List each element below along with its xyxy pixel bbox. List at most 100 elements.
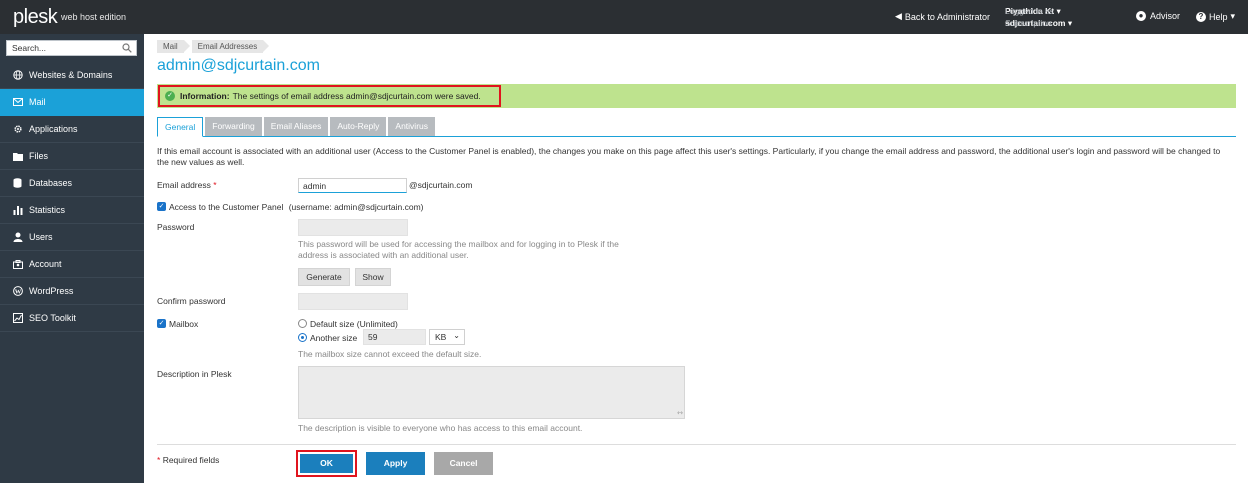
sidebar-item-label: Statistics <box>29 205 66 215</box>
help-icon: ? <box>1196 11 1206 22</box>
description-hint: The description is visible to everyone w… <box>298 423 583 433</box>
check-circle-icon: ✓ <box>165 91 175 101</box>
info-message: ✓ Information: The settings of email add… <box>158 85 501 107</box>
email-address-label-text: Email address <box>157 180 211 190</box>
show-button[interactable]: Show <box>355 268 391 286</box>
default-size-radio[interactable] <box>298 319 307 328</box>
confirm-password-input[interactable] <box>298 293 408 310</box>
sidebar-nav: Websites & Domains Mail Applications Fil… <box>0 62 144 332</box>
password-input[interactable] <box>298 219 408 236</box>
sidebar-item-label: Files <box>29 151 49 161</box>
svg-text:W: W <box>14 288 21 295</box>
sidebar-item-wordpress[interactable]: W WordPress <box>0 278 144 305</box>
resize-grip-icon[interactable]: ⇿ <box>677 409 683 417</box>
tab-auto-reply[interactable]: Auto-Reply <box>330 117 387 136</box>
chevron-down-icon: ⌄ <box>453 331 460 340</box>
mailbox-checkbox[interactable]: ✓ <box>157 319 166 328</box>
email-address-label: Email address * <box>157 180 217 190</box>
description-label: Description in Plesk <box>157 369 232 379</box>
generate-button[interactable]: Generate <box>298 268 350 286</box>
sidebar-item-label: Account <box>29 259 62 269</box>
search-icon[interactable] <box>122 43 132 53</box>
tab-forwarding[interactable]: Forwarding <box>205 117 262 136</box>
sidebar-item-label: SEO Toolkit <box>29 313 76 323</box>
advisor-label: Advisor <box>1150 11 1181 21</box>
size-unit-select[interactable]: KB ⌄ <box>429 329 465 345</box>
sidebar-item-websites-domains[interactable]: Websites & Domains <box>0 62 144 89</box>
sidebar-item-label: Applications <box>29 124 78 134</box>
email-name-input[interactable]: admin <box>298 178 407 193</box>
sidebar-item-label: Websites & Domains <box>29 70 113 80</box>
sidebar-item-label: Mail <box>29 97 46 107</box>
email-domain: @sdjcurtain.com <box>409 180 473 190</box>
subscription-label: Subscription <box>1005 18 1052 28</box>
cancel-button[interactable]: Cancel <box>434 452 493 475</box>
globe-icon <box>12 70 23 81</box>
logged-in-label: Logged in as <box>1005 6 1054 16</box>
sidebar-item-seo-toolkit[interactable]: SEO Toolkit <box>0 305 144 332</box>
access-label-text: Access to the Customer Panel <box>169 202 284 212</box>
sidebar-item-account[interactable]: Account <box>0 251 144 278</box>
plesk-logo[interactable]: plesk <box>13 6 58 29</box>
breadcrumb: Mail Email Addresses <box>157 40 271 53</box>
sidebar-item-applications[interactable]: Applications <box>0 116 144 143</box>
apply-button[interactable]: Apply <box>366 452 425 475</box>
required-fields-text: Required fields <box>162 455 220 465</box>
breadcrumb-email-addresses[interactable]: Email Addresses <box>191 40 269 53</box>
tab-general[interactable]: General <box>157 117 204 137</box>
advisor-button[interactable]: ● Advisor <box>1136 11 1180 21</box>
info-label: Information: <box>180 91 230 101</box>
required-fields-note: * Required fields <box>157 455 219 465</box>
account-icon <box>12 259 23 270</box>
page-title: admin@sdjcurtain.com <box>157 57 320 74</box>
another-size-radio[interactable] <box>298 333 307 342</box>
mail-icon <box>12 97 23 108</box>
database-icon <box>12 178 23 189</box>
user-icon <box>12 232 23 243</box>
chevron-down-icon[interactable]: ▾ <box>1065 18 1072 28</box>
sidebar-item-label: WordPress <box>29 286 74 296</box>
confirm-password-label: Confirm password <box>157 296 226 306</box>
intro-text: If this email account is associated with… <box>157 146 1221 167</box>
search-input[interactable]: Search... <box>6 40 137 56</box>
tab-email-aliases[interactable]: Email Aliases <box>263 117 329 136</box>
info-message-bar: ✓ Information: The settings of email add… <box>157 84 1236 108</box>
access-customer-panel-label: Access to the Customer Panel (username: … <box>169 202 423 212</box>
info-text: The settings of email address admin@sdjc… <box>232 91 481 101</box>
mailbox-label: Mailbox <box>169 319 199 329</box>
edition-label: web host edition <box>61 12 127 22</box>
access-customer-panel-checkbox[interactable]: ✓ <box>157 202 166 211</box>
mailbox-hint: The mailbox size cannot exceed the defau… <box>298 349 482 359</box>
help-label: Help <box>1209 11 1228 22</box>
sidebar-item-mail[interactable]: Mail <box>0 89 144 116</box>
wordpress-icon: W <box>12 286 23 297</box>
help-button[interactable]: ? Help ▾ <box>1196 11 1235 22</box>
ok-button-highlight: OK <box>296 450 357 477</box>
sidebar-item-statistics[interactable]: Statistics <box>0 197 144 224</box>
sidebar-item-users[interactable]: Users <box>0 224 144 251</box>
breadcrumb-mail[interactable]: Mail <box>157 40 190 53</box>
required-star: * <box>157 455 161 465</box>
sidebar-item-label: Users <box>29 232 53 242</box>
bar-chart-icon <box>12 205 23 216</box>
search-placeholder: Search... <box>12 43 47 53</box>
access-username: (username: admin@sdjcurtain.com) <box>288 202 424 212</box>
required-star: * <box>213 180 217 190</box>
folder-icon <box>12 151 23 162</box>
back-to-administrator-link[interactable]: ◀ Back to Administrator <box>895 11 990 22</box>
gear-icon <box>12 124 23 135</box>
password-label: Password <box>157 222 195 232</box>
tab-antivirus[interactable]: Antivirus <box>388 117 435 136</box>
password-hint: This password will be used for accessing… <box>298 239 619 260</box>
another-size-label: Another size <box>310 333 358 343</box>
login-info: Logged in as Piyathida Kt ▾ Subscription s… <box>1005 5 1072 29</box>
default-size-label: Default size (Unlimited) <box>310 319 398 329</box>
sidebar-item-files[interactable]: Files <box>0 143 144 170</box>
mailbox-size-input[interactable]: 59 <box>363 329 426 345</box>
description-textarea[interactable]: ⇿ <box>298 366 685 419</box>
tabs: General Forwarding Email Aliases Auto-Re… <box>157 117 1236 137</box>
arrow-left-icon: ◀ <box>895 11 902 21</box>
sidebar-item-databases[interactable]: Databases <box>0 170 144 197</box>
divider <box>157 444 1236 445</box>
ok-button[interactable]: OK <box>300 454 353 473</box>
